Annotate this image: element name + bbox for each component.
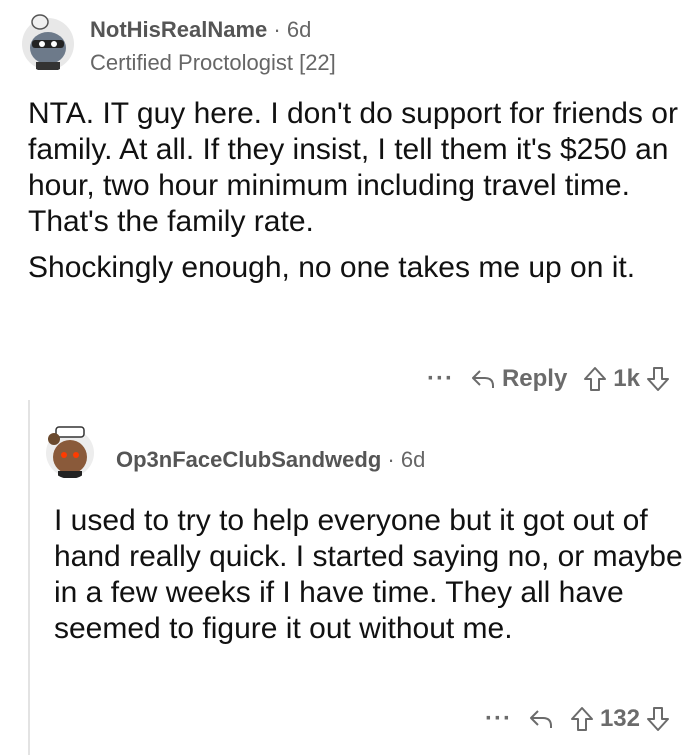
vote-score: 132 bbox=[599, 705, 640, 732]
more-options-button[interactable]: ··· bbox=[427, 365, 454, 393]
upvote-icon[interactable] bbox=[583, 366, 607, 392]
reply-button[interactable]: Reply bbox=[470, 365, 567, 393]
upvote-icon[interactable] bbox=[570, 706, 594, 732]
comment-author[interactable]: NotHisRealName · 6d bbox=[90, 17, 311, 43]
avatar[interactable] bbox=[20, 10, 76, 72]
comment-actions: ··· Reply 1k bbox=[427, 365, 670, 393]
username[interactable]: Op3nFaceClubSandwedg bbox=[116, 447, 381, 472]
vote-controls: 132 bbox=[570, 705, 670, 733]
comment-body: NTA. IT guy here. I don't do support for… bbox=[28, 96, 678, 296]
comment-body: I used to try to help everyone but it go… bbox=[54, 503, 684, 657]
separator-dot: · bbox=[387, 447, 401, 472]
reply-button[interactable] bbox=[528, 708, 554, 730]
thread-line bbox=[28, 400, 30, 755]
username[interactable]: NotHisRealName bbox=[90, 17, 267, 42]
comment-author[interactable]: Op3nFaceClubSandwedg · 6d bbox=[116, 447, 425, 473]
comment-age: 6d bbox=[400, 447, 426, 472]
more-options-button[interactable]: ··· bbox=[485, 705, 512, 733]
downvote-icon[interactable] bbox=[646, 366, 670, 392]
comment-paragraph: Shockingly enough, no one takes me up on… bbox=[28, 251, 636, 284]
reply-icon bbox=[470, 368, 496, 390]
reply-icon bbox=[528, 708, 554, 730]
reply-label: Reply bbox=[501, 365, 568, 392]
avatar[interactable] bbox=[44, 417, 96, 479]
separator-dot: · bbox=[273, 17, 287, 42]
comment-age: 6d bbox=[286, 17, 312, 42]
user-flair: Certified Proctologist [22] bbox=[90, 50, 336, 75]
vote-score: 1k bbox=[613, 365, 640, 392]
comment-paragraph: I used to try to help everyone but it go… bbox=[54, 504, 683, 645]
comment-actions: ··· 132 bbox=[485, 705, 670, 733]
vote-controls: 1k bbox=[583, 365, 670, 393]
comment-paragraph: NTA. IT guy here. I don't do support for… bbox=[28, 97, 678, 238]
downvote-icon[interactable] bbox=[646, 706, 670, 732]
